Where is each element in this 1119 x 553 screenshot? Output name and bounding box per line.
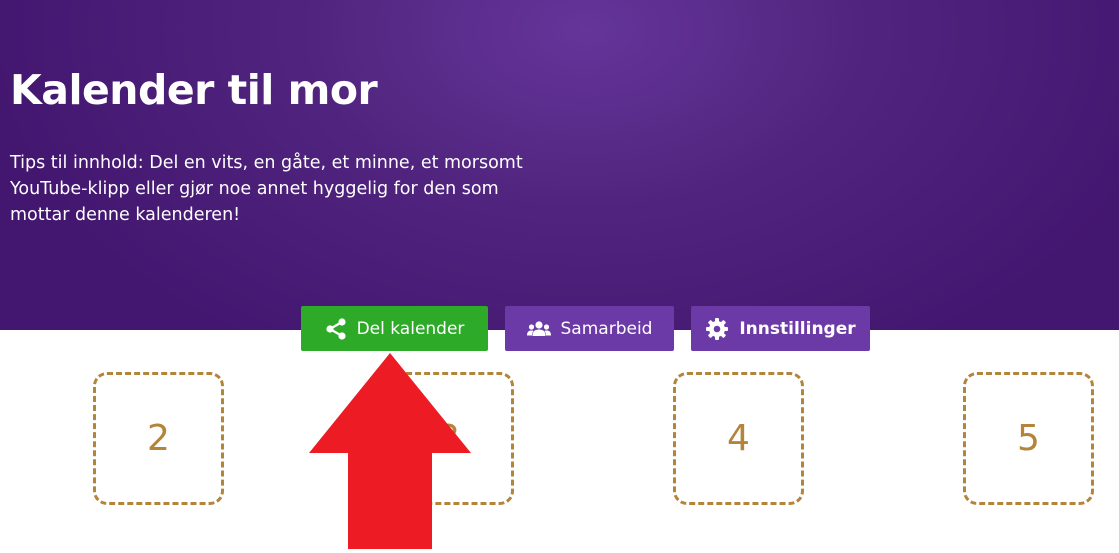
collaborate-label: Samarbeid	[560, 318, 653, 339]
calendar-door-4[interactable]: 4	[673, 372, 804, 505]
calendar-door-2[interactable]: 2	[93, 372, 224, 505]
annotation-arrow-icon	[309, 353, 471, 549]
page-title: Kalender til mor	[10, 66, 378, 114]
share-icon	[325, 317, 347, 340]
collaborate-button[interactable]: Samarbeid	[505, 306, 674, 351]
share-calendar-button[interactable]: Del kalender	[301, 306, 488, 351]
door-number: 5	[1017, 418, 1040, 459]
share-calendar-label: Del kalender	[356, 318, 465, 339]
page-description: Tips til innhold: Del en vits, en gåte, …	[10, 153, 523, 225]
door-number: 4	[727, 418, 750, 459]
settings-button[interactable]: Innstillinger	[691, 306, 870, 351]
gear-icon	[705, 317, 729, 341]
hero-banner: Kalender til mor Tips til innhold: Del e…	[0, 0, 1119, 330]
door-number: 2	[147, 418, 170, 459]
users-icon	[526, 320, 551, 338]
calendar-door-5[interactable]: 5	[963, 372, 1094, 505]
settings-label: Innstillinger	[739, 318, 856, 339]
